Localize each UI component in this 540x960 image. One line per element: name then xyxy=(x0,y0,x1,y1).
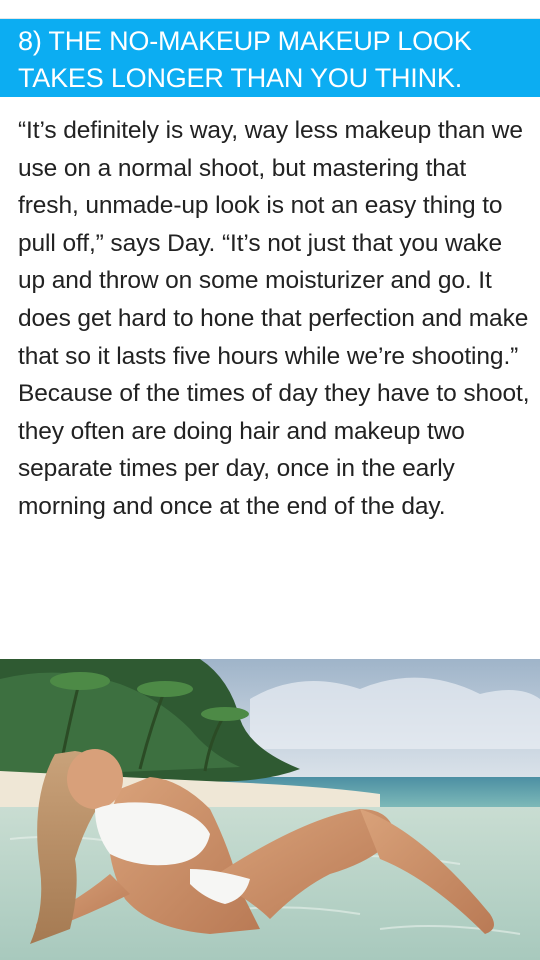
section-heading: 8) THE NO-MAKEUP MAKEUP LOOK TAKES LONGE… xyxy=(18,26,472,93)
beach-photo xyxy=(0,659,540,960)
section-heading-bar: 8) THE NO-MAKEUP MAKEUP LOOK TAKES LONGE… xyxy=(0,19,540,97)
article-paragraph: “It’s definitely is way, way less makeup… xyxy=(18,117,530,520)
article-page: 8) THE NO-MAKEUP MAKEUP LOOK TAKES LONGE… xyxy=(0,0,540,960)
top-divider xyxy=(0,0,540,19)
